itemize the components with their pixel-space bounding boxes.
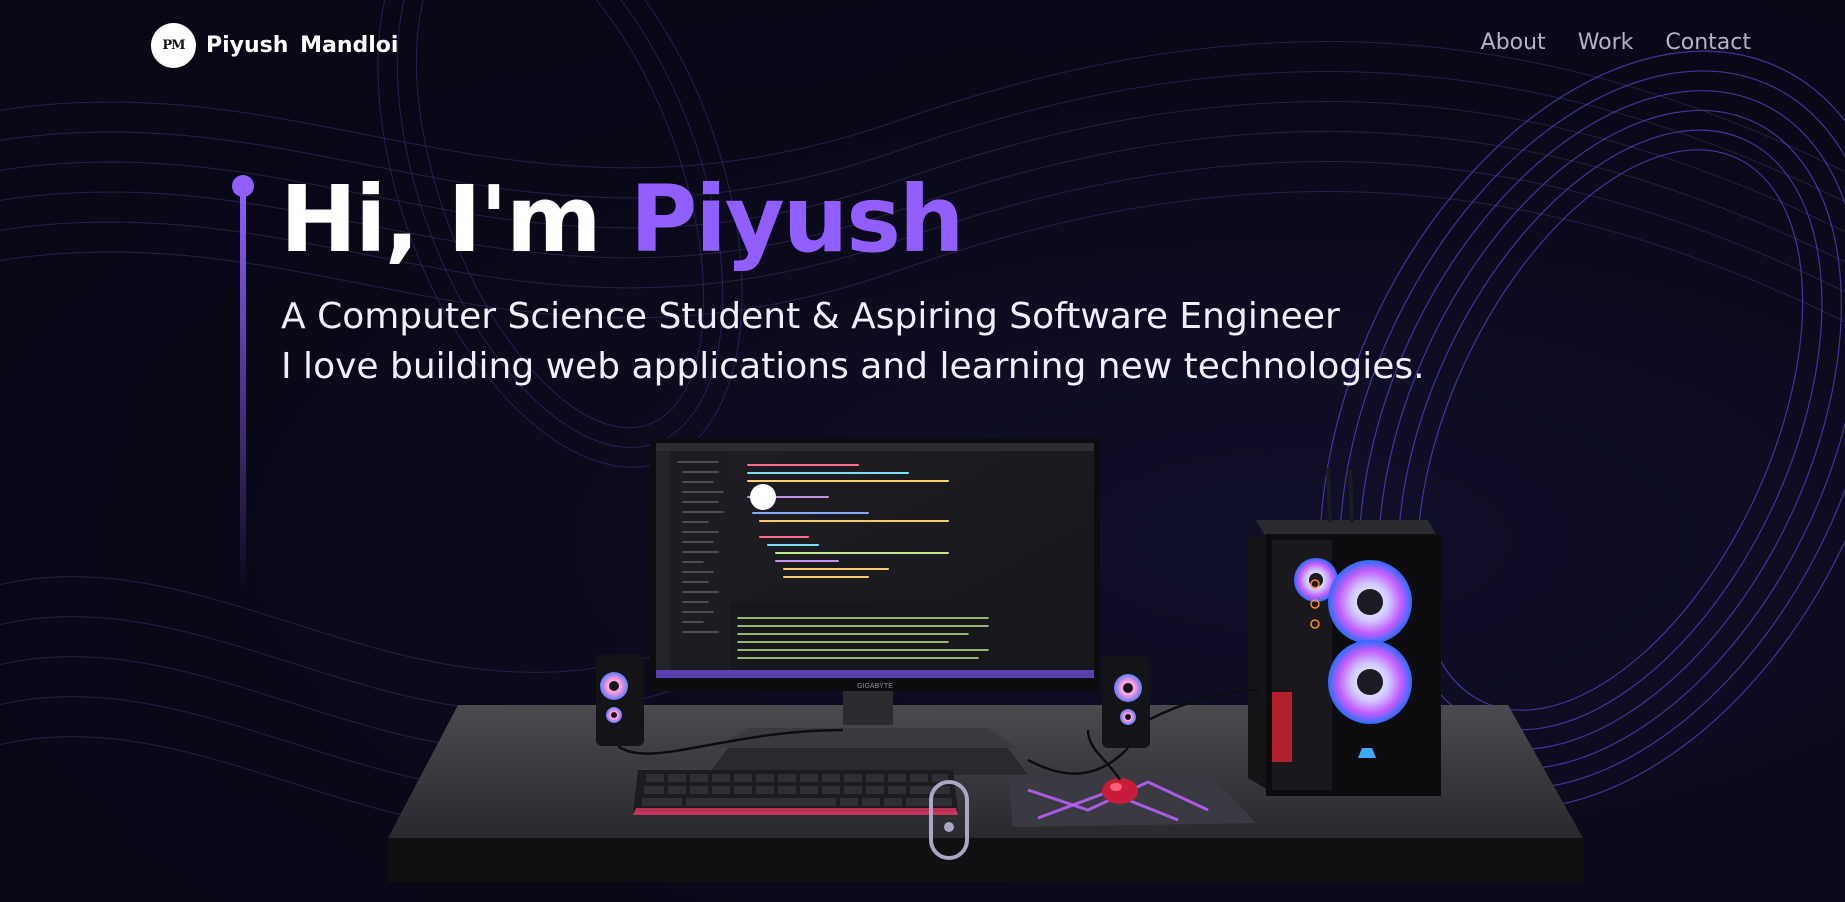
monitor: GIGABYTE xyxy=(650,438,1100,691)
scroll-down-indicator[interactable] xyxy=(929,780,969,860)
nav-link-about[interactable]: About xyxy=(1481,30,1546,55)
logo-link[interactable]: PM Piyush Mandloi xyxy=(151,23,398,68)
hero-accent-bar xyxy=(240,191,246,591)
navbar: PM Piyush Mandloi About Work Contact xyxy=(0,0,1845,92)
keyboard xyxy=(633,770,958,815)
mouse xyxy=(1102,778,1138,804)
hero-greeting: Hi, I'm xyxy=(280,166,630,273)
right-speaker xyxy=(1102,656,1150,748)
left-speaker xyxy=(596,654,644,746)
hero-name: Piyush xyxy=(629,166,965,273)
hero-title: Hi, I'm Piyush xyxy=(280,160,965,280)
brand-name: Piyush Mandloi xyxy=(206,33,399,58)
monitor-brand-label: GIGABYTE xyxy=(857,683,893,690)
nav-link-work[interactable]: Work xyxy=(1578,30,1634,55)
page: PM Piyush Mandloi About Work Contact Hi,… xyxy=(0,0,1845,902)
desk-scene-canvas[interactable]: GIGABYTE xyxy=(388,430,1584,882)
logo-badge: PM xyxy=(151,23,196,68)
cursor-dot xyxy=(750,484,776,510)
hero-subtitle-line-2: I love building web applications and lea… xyxy=(281,346,1425,387)
nav-links: About Work Contact xyxy=(1481,30,1751,55)
pc-tower xyxy=(1248,467,1441,796)
hero-subtitle-line-1: A Computer Science Student & Aspiring So… xyxy=(281,296,1340,337)
hero-subtitle: A Computer Science Student & Aspiring So… xyxy=(281,292,1425,392)
hero-accent-line xyxy=(232,175,254,595)
scroll-dot xyxy=(944,822,954,832)
nav-link-contact[interactable]: Contact xyxy=(1665,30,1751,55)
